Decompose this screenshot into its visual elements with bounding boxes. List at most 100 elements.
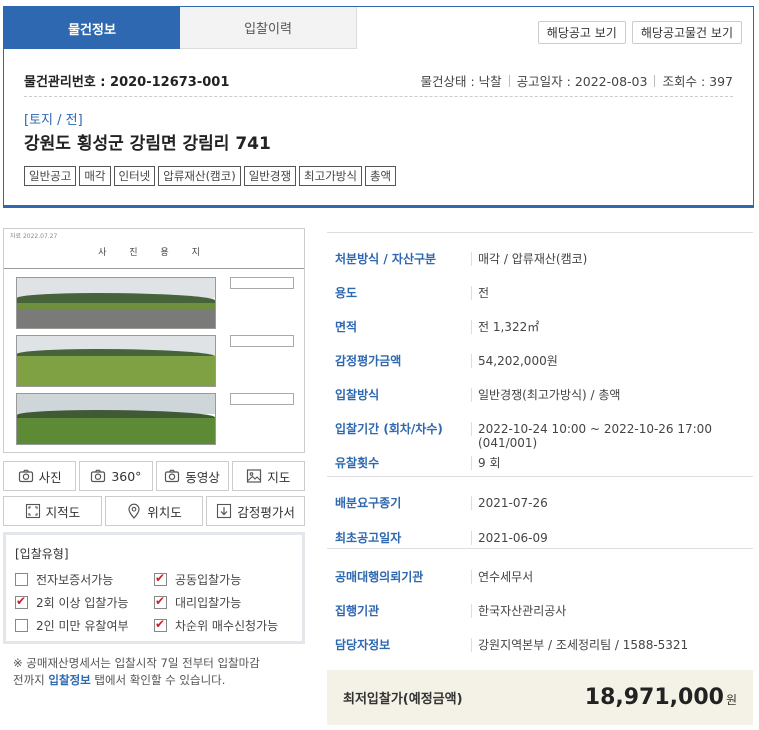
tag: 일반공고	[24, 166, 77, 186]
detail-label: 담당자정보	[335, 638, 391, 652]
map-button[interactable]: 지도	[231, 461, 305, 491]
cadastral-map-button-label: 지적도	[45, 504, 81, 520]
item-status: 물건상태 : 낙찰	[420, 74, 502, 89]
document-buttons-row: 지적도 위치도 감정평가서	[3, 496, 306, 526]
bid-type-option: 전자보증서가능	[15, 571, 154, 588]
bid-info-link[interactable]: 입찰정보	[48, 673, 90, 687]
detail-value: 9 회	[471, 455, 753, 470]
tag: 최고가방식	[299, 166, 362, 186]
download-icon	[217, 503, 232, 519]
detail-value: 연수세무서	[471, 569, 753, 584]
bid-type-label: 2회 이상 입찰가능	[36, 596, 129, 610]
photo-button-label: 사진	[38, 469, 62, 485]
item-detail-table: 처분방식 / 자산구분 매각 / 압류재산(캠코) 용도 전면적 전 1,322㎡ 감정평…	[327, 232, 753, 673]
view-notice-items-button[interactable]: 해당공고물건 보기	[631, 21, 742, 44]
detail-row: 감정평가금액 54,202,000원	[327, 352, 753, 369]
detail-row: 입찰방식 일반경쟁(최고가방식) / 총액	[327, 386, 753, 403]
bid-type-panel: [입찰유형] 전자보증서가능 공동입찰가능 2회 이상 입찰가능 대리입찰가능 2인 미…	[3, 532, 305, 644]
detail-label: 처분방식 / 자산구분	[335, 252, 437, 266]
item-meta-row: 물건관리번호 : 2020-12673-001 물건상태 : 낙찰 공고일자 :…	[24, 65, 733, 97]
detail-row: 배분요구종기 2021-07-26	[327, 494, 753, 511]
appraisal-report-button[interactable]: 감정평가서	[206, 496, 306, 526]
bid-type-option: 대리입찰가능	[154, 594, 294, 611]
photo-caption-box	[230, 277, 294, 289]
bid-type-label: 2인 미만 유찰여부	[36, 619, 129, 633]
item-address: 강원도 횡성군 강림면 강림리 741	[24, 134, 271, 154]
tag: 일반경쟁	[243, 166, 297, 186]
footnote-text: 전까지	[13, 673, 49, 687]
item-tags: 일반공고 매각 인터넷 압류재산(캠코) 일반경쟁 최고가방식 총액	[24, 166, 397, 186]
section-divider	[327, 548, 753, 549]
cadastral-map-button[interactable]: 지적도	[3, 496, 102, 526]
view-count: 조회수 : 397	[662, 74, 733, 89]
detail-value: 2021-06-09	[471, 530, 753, 545]
site-photo	[16, 393, 216, 445]
detail-row: 면적 전 1,322㎡	[327, 318, 753, 335]
detail-label: 배분요구종기	[335, 496, 402, 510]
management-number-label: 물건관리번호 :	[24, 75, 106, 90]
detail-row: 최초공고일자 2021-06-09	[327, 529, 753, 546]
view-360-button[interactable]: 360°	[79, 461, 153, 491]
bid-type-label: 차순위 매수신청가능	[175, 619, 279, 633]
detail-value: 54,202,000원	[471, 353, 753, 368]
minimum-bid-value: 18,971,000	[584, 685, 724, 710]
tag: 총액	[364, 166, 397, 186]
detail-value: 2021-07-26	[471, 495, 753, 510]
tab-item-info[interactable]: 물건정보	[4, 7, 180, 49]
bid-type-label: 공동입찰가능	[175, 573, 242, 587]
detail-label: 유찰횟수	[335, 456, 380, 470]
tag: 인터넷	[113, 166, 156, 186]
tab-bar: 물건정보 입찰이력	[4, 7, 357, 49]
minimum-bid-label: 최저입찰가(예정금액)	[343, 692, 463, 707]
minimum-bid-unit: 원	[725, 693, 737, 707]
location-map-button[interactable]: 위치도	[104, 496, 204, 526]
footnote-text: 탭에서 확인할 수 있습니다.	[90, 673, 226, 687]
checked-checkbox-icon	[154, 571, 167, 586]
view-notice-button[interactable]: 해당공고 보기	[537, 21, 626, 44]
bid-type-option: 공동입찰가능	[154, 571, 294, 588]
minimum-bid-price: 최저입찰가(예정금액) 18,971,000 원	[327, 670, 753, 725]
detail-row: 공매대행의뢰기관 연수세무서	[327, 568, 753, 585]
video-button[interactable]: 동영상	[155, 461, 229, 491]
detail-value: 전 1,322㎡	[471, 319, 753, 334]
detail-value: 한국자산관리공사	[471, 603, 753, 618]
location-map-button-label: 위치도	[147, 504, 182, 520]
bid-type-option: 2회 이상 입찰가능	[15, 594, 154, 611]
location-pin-icon	[128, 503, 140, 519]
bid-type-label: 전자보증서가능	[36, 573, 114, 587]
camera-icon	[18, 469, 33, 483]
photo-sheet-title: 사 진 용 지	[98, 248, 210, 258]
site-photo	[16, 335, 216, 387]
item-photo-thumbnail[interactable]: 자료 2022.07.27 사 진 용 지	[3, 228, 305, 453]
detail-row: 집행기관 한국자산관리공사	[327, 602, 753, 619]
checked-checkbox-icon	[15, 594, 28, 609]
video-camera-icon	[165, 469, 180, 483]
photo-button[interactable]: 사진	[3, 461, 77, 491]
detail-label: 최초공고일자	[335, 531, 402, 545]
detail-label: 면적	[335, 320, 358, 334]
tag: 매각	[79, 166, 111, 186]
site-photo	[16, 277, 216, 329]
detail-row: 담당자정보 강원지역본부 / 조세정리팀 / 1588-5321	[327, 636, 753, 653]
detail-value: 2022-10-24 10:00 ~ 2022-10-26 17:00 (041…	[471, 421, 753, 450]
detail-row: 용도 전	[327, 284, 753, 301]
item-header-card: 물건정보 입찰이력 해당공고 보기 해당공고물건 보기 물건관리번호 : 202…	[3, 6, 754, 208]
detail-label: 용도	[335, 286, 358, 300]
tab-bid-history[interactable]: 입찰이력	[180, 7, 357, 49]
detail-value: 전	[471, 285, 753, 300]
appraisal-report-button-label: 감정평가서	[237, 504, 295, 520]
detail-label: 입찰방식	[335, 388, 380, 402]
checked-checkbox-icon	[154, 617, 167, 632]
view-360-button-label: 360°	[111, 468, 142, 484]
unchecked-checkbox-icon	[15, 619, 28, 632]
unchecked-checkbox-icon	[15, 573, 28, 586]
detail-row: 처분방식 / 자산구분 매각 / 압류재산(캠코)	[327, 250, 753, 267]
bid-type-option: 차순위 매수신청가능	[154, 617, 294, 634]
item-category: [토지 / 전]	[24, 113, 83, 128]
video-button-label: 동영상	[185, 469, 220, 485]
photo-sheet-date: 자료 2022.07.27	[10, 233, 58, 240]
detail-value: 매각 / 압류재산(캠코)	[471, 251, 753, 266]
section-divider	[327, 232, 753, 233]
detail-label: 집행기관	[335, 604, 380, 618]
management-number-value: 2020-12673-001	[110, 75, 230, 90]
